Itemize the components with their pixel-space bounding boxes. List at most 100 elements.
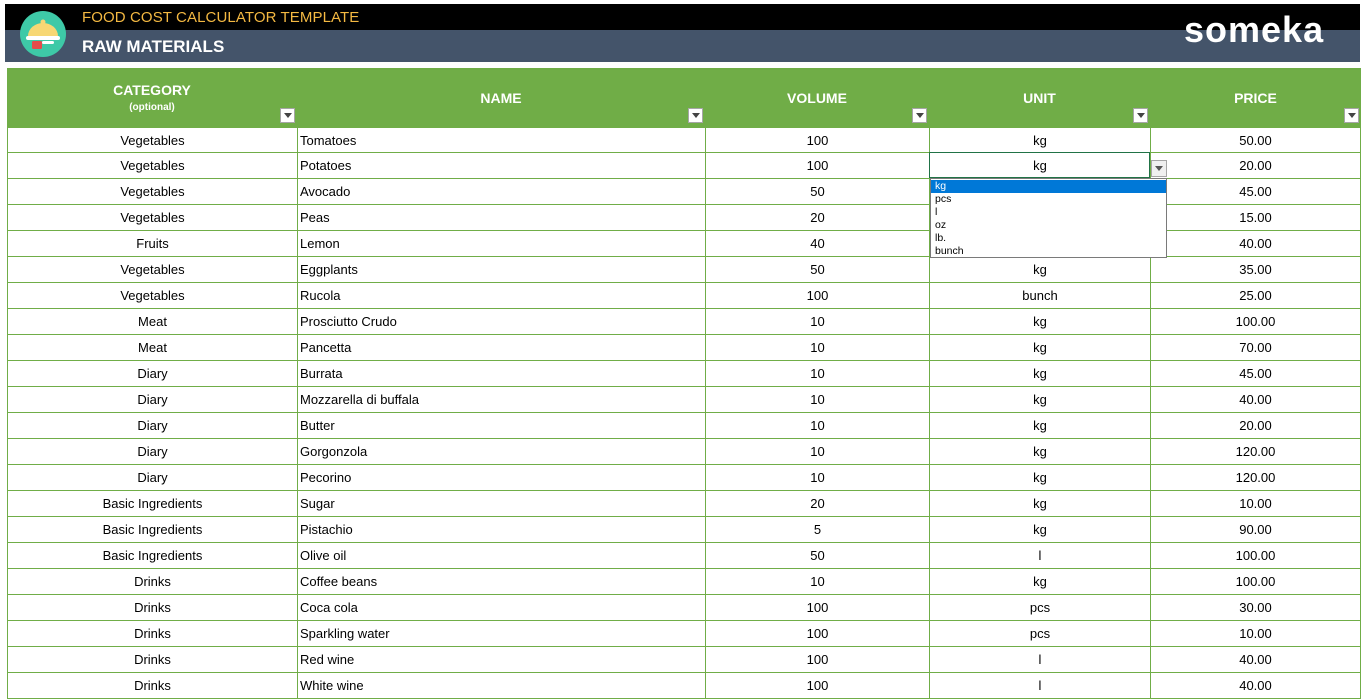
filter-unit-button[interactable] (1133, 108, 1148, 123)
cell-price[interactable]: 70.00 (1150, 335, 1361, 360)
cell-volume[interactable]: 10 (705, 361, 929, 386)
unit-dropdown-arrow-button[interactable] (1151, 160, 1167, 177)
unit-dropdown-list[interactable]: kg pcs l oz lb. bunch (930, 178, 1167, 258)
cell-unit[interactable]: kg (929, 439, 1150, 464)
cell-name[interactable]: Butter (297, 413, 705, 438)
cell-name[interactable]: Coca cola (297, 595, 705, 620)
cell-volume[interactable]: 100 (705, 128, 929, 153)
cell-name[interactable]: Lemon (297, 231, 705, 256)
cell-unit[interactable]: l (929, 673, 1150, 698)
cell-unit[interactable]: kg (929, 569, 1150, 594)
cell-name[interactable]: Coffee beans (297, 569, 705, 594)
cell-volume[interactable]: 10 (705, 569, 929, 594)
cell-price[interactable]: 90.00 (1150, 517, 1361, 542)
cell-category[interactable]: Diary (7, 361, 297, 386)
cell-volume[interactable]: 20 (705, 205, 929, 230)
cell-volume[interactable]: 100 (705, 621, 929, 646)
cell-volume[interactable]: 50 (705, 543, 929, 568)
cell-name[interactable]: Peas (297, 205, 705, 230)
cell-volume[interactable]: 50 (705, 179, 929, 204)
unit-dropdown-option[interactable]: bunch (931, 245, 1166, 258)
cell-category[interactable]: Diary (7, 465, 297, 490)
cell-volume[interactable]: 10 (705, 309, 929, 334)
cell-category[interactable]: Vegetables (7, 283, 297, 308)
active-cell-unit[interactable] (929, 152, 1150, 178)
cell-volume[interactable]: 10 (705, 465, 929, 490)
cell-unit[interactable]: pcs (929, 621, 1150, 646)
cell-price[interactable]: 100.00 (1150, 569, 1361, 594)
cell-category[interactable]: Fruits (7, 231, 297, 256)
cell-category[interactable]: Drinks (7, 647, 297, 672)
cell-price[interactable]: 25.00 (1150, 283, 1361, 308)
cell-unit[interactable]: kg (929, 387, 1150, 412)
cell-unit[interactable]: kg (929, 128, 1150, 153)
filter-name-button[interactable] (688, 108, 703, 123)
unit-dropdown-option[interactable]: pcs (931, 193, 1166, 206)
cell-category[interactable]: Diary (7, 413, 297, 438)
cell-category[interactable]: Vegetables (7, 179, 297, 204)
unit-dropdown-option[interactable]: l (931, 206, 1166, 219)
cell-category[interactable]: Basic Ingredients (7, 491, 297, 516)
cell-unit[interactable]: l (929, 543, 1150, 568)
cell-name[interactable]: Red wine (297, 647, 705, 672)
cell-price[interactable]: 100.00 (1150, 309, 1361, 334)
cell-category[interactable]: Meat (7, 309, 297, 334)
cell-name[interactable]: Pancetta (297, 335, 705, 360)
cell-name[interactable]: Tomatoes (297, 128, 705, 153)
cell-price[interactable]: 120.00 (1150, 465, 1361, 490)
cell-volume[interactable]: 5 (705, 517, 929, 542)
cell-price[interactable]: 40.00 (1150, 673, 1361, 698)
unit-dropdown-option[interactable]: oz (931, 219, 1166, 232)
cell-unit[interactable]: pcs (929, 595, 1150, 620)
cell-name[interactable]: Sparkling water (297, 621, 705, 646)
cell-price[interactable]: 100.00 (1150, 543, 1361, 568)
cell-price[interactable]: 10.00 (1150, 621, 1361, 646)
cell-name[interactable]: Mozzarella di buffala (297, 387, 705, 412)
cell-price[interactable]: 30.00 (1150, 595, 1361, 620)
cell-category[interactable]: Drinks (7, 569, 297, 594)
cell-volume[interactable]: 10 (705, 387, 929, 412)
cell-category[interactable]: Drinks (7, 621, 297, 646)
cell-price[interactable]: 20.00 (1150, 153, 1361, 178)
cell-price[interactable]: 20.00 (1150, 413, 1361, 438)
cell-name[interactable]: Gorgonzola (297, 439, 705, 464)
cell-volume[interactable]: 100 (705, 647, 929, 672)
cell-volume[interactable]: 10 (705, 335, 929, 360)
cell-unit[interactable]: kg (929, 465, 1150, 490)
filter-price-button[interactable] (1344, 108, 1359, 123)
filter-category-button[interactable] (280, 108, 295, 123)
cell-price[interactable]: 40.00 (1150, 387, 1361, 412)
cell-name[interactable]: Sugar (297, 491, 705, 516)
cell-unit[interactable]: l (929, 647, 1150, 672)
cell-price[interactable]: 35.00 (1150, 257, 1361, 282)
cell-category[interactable]: Diary (7, 387, 297, 412)
cell-volume[interactable]: 20 (705, 491, 929, 516)
unit-dropdown-option[interactable]: kg (931, 180, 1166, 193)
cell-name[interactable]: Pistachio (297, 517, 705, 542)
cell-category[interactable]: Vegetables (7, 257, 297, 282)
cell-price[interactable]: 40.00 (1150, 647, 1361, 672)
cell-volume[interactable]: 50 (705, 257, 929, 282)
cell-name[interactable]: Pecorino (297, 465, 705, 490)
cell-category[interactable]: Diary (7, 439, 297, 464)
cell-price[interactable]: 40.00 (1150, 231, 1361, 256)
cell-unit[interactable]: kg (929, 309, 1150, 334)
cell-price[interactable]: 10.00 (1150, 491, 1361, 516)
cell-category[interactable]: Meat (7, 335, 297, 360)
cell-name[interactable]: Potatoes (297, 153, 705, 178)
cell-name[interactable]: Olive oil (297, 543, 705, 568)
cell-name[interactable]: Burrata (297, 361, 705, 386)
cell-volume[interactable]: 100 (705, 673, 929, 698)
cell-name[interactable]: Avocado (297, 179, 705, 204)
filter-volume-button[interactable] (912, 108, 927, 123)
unit-dropdown-option[interactable]: lb. (931, 232, 1166, 245)
cell-unit[interactable]: kg (929, 361, 1150, 386)
cell-volume[interactable]: 10 (705, 439, 929, 464)
cell-name[interactable]: Eggplants (297, 257, 705, 282)
cell-unit[interactable]: kg (929, 335, 1150, 360)
cell-volume[interactable]: 100 (705, 153, 929, 178)
cell-unit[interactable]: kg (929, 257, 1150, 282)
cell-volume[interactable]: 10 (705, 413, 929, 438)
cell-price[interactable]: 45.00 (1150, 179, 1361, 204)
cell-price[interactable]: 15.00 (1150, 205, 1361, 230)
